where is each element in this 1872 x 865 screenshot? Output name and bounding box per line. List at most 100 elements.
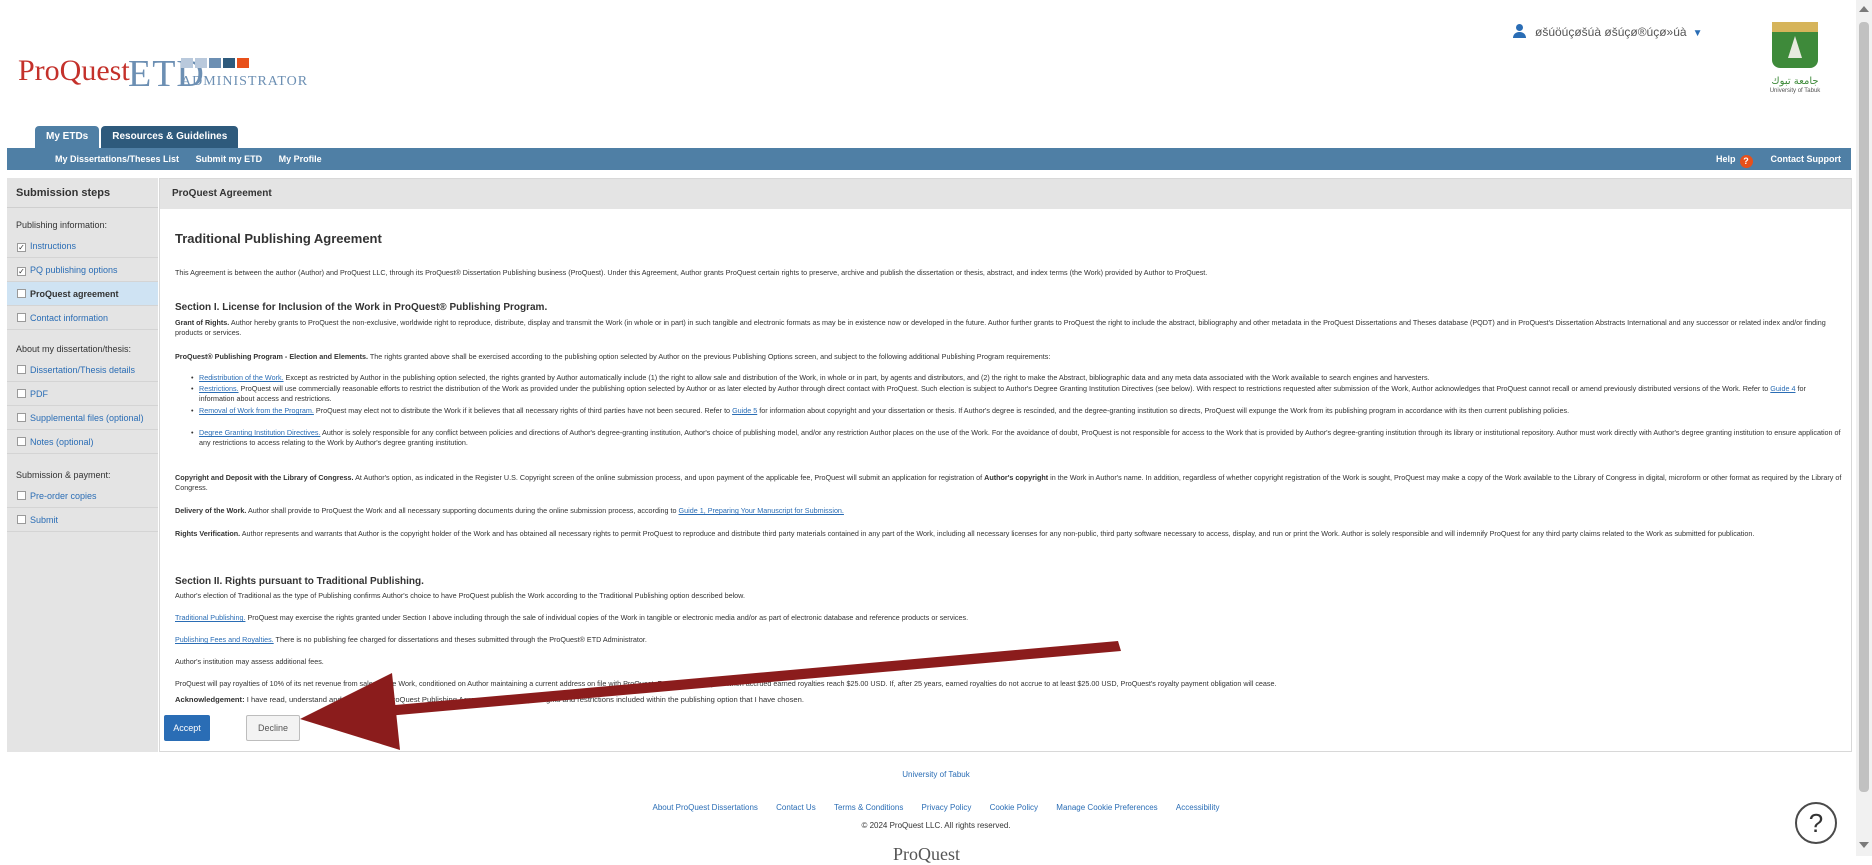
sidebar-item-dissertation-details[interactable]: Dissertation/Thesis details [7, 358, 158, 382]
checkbox-icon [17, 289, 26, 298]
main-tabs: My ETDs Resources & Guidelines [35, 126, 240, 148]
sidebar-title: Submission steps [7, 178, 158, 208]
publishing-fees-paragraph: Publishing Fees and Royalties. There is … [175, 635, 647, 644]
user-menu[interactable]: øšúöúçøšúà øšúçø®úçø»úà ▼ [1513, 24, 1702, 39]
program-requirements-list: Redistribution of the Work. Except as re… [191, 373, 1843, 450]
university-logo-arabic: جامعة تبوك [1771, 76, 1819, 87]
checkbox-icon [17, 491, 26, 500]
degree-granting-directives-link[interactable]: Degree Granting Institution Directives. [199, 428, 320, 437]
institution-fees-text: Author's institution may assess addition… [175, 657, 324, 666]
sidebar-item-pre-order-copies[interactable]: Pre-order copies [7, 484, 158, 508]
sidebar-item-contact-information[interactable]: Contact information [7, 306, 158, 330]
checked-checkbox-icon: ✓ [17, 243, 26, 252]
footer-university: University of Tabuk [0, 770, 1872, 779]
section-2-heading: Section II. Rights pursuant to Tradition… [175, 576, 424, 587]
university-logo: جامعة تبوك University of Tabuk [1762, 22, 1828, 134]
help-question-icon[interactable]: ? [1739, 155, 1753, 168]
traditional-publishing-paragraph: Traditional Publishing. ProQuest may exe… [175, 613, 969, 622]
publishing-fees-link[interactable]: Publishing Fees and Royalties. [175, 635, 274, 644]
grant-of-rights-paragraph: Grant of Rights. Author hereby grants to… [175, 318, 1826, 337]
caret-down-icon: ▼ [1692, 28, 1703, 39]
list-item: Degree Granting Institution Directives. … [191, 428, 1843, 450]
checkbox-icon [17, 365, 26, 374]
nav-my-dissertations-list[interactable]: My Dissertations/Theses List [55, 154, 179, 164]
contact-us-link[interactable]: Contact Us [776, 803, 816, 812]
agreement-intro: This Agreement is between the author (Au… [175, 268, 1208, 277]
help-circle-icon[interactable]: ? [1795, 802, 1837, 844]
panel-title: ProQuest Agreement [160, 179, 1851, 209]
nav-submit-my-etd[interactable]: Submit my ETD [196, 154, 263, 164]
logo-proquest-text: ProQuest [18, 54, 130, 87]
sidebar-item-notes[interactable]: Notes (optional) [7, 430, 158, 454]
help-link[interactable]: Help [1716, 154, 1736, 164]
agreement-title: Traditional Publishing Agreement [175, 231, 382, 246]
submission-steps-sidebar: Submission steps Publishing information:… [7, 178, 158, 752]
user-icon [1513, 24, 1526, 38]
rights-verification-paragraph: Rights Verification. Author represents a… [175, 529, 1755, 538]
checkbox-icon [17, 437, 26, 446]
list-item: Restrictions. ProQuest will use commerci… [191, 384, 1843, 406]
section-1-heading: Section I. License for Inclusion of the … [175, 302, 548, 313]
sidebar-item-submit[interactable]: Submit [7, 508, 158, 532]
manage-cookie-preferences-link[interactable]: Manage Cookie Preferences [1056, 803, 1157, 812]
sidebar-item-pq-publishing-options[interactable]: ✓ PQ publishing options [7, 258, 158, 282]
sidebar-item-instructions[interactable]: ✓ Instructions [7, 234, 158, 258]
list-item: Removal of Work from the Program. ProQue… [191, 406, 1843, 428]
contact-support-link[interactable]: Contact Support [1771, 154, 1842, 164]
logo-administrator-text: ADMINISTRATOR [181, 74, 309, 89]
checked-checkbox-icon: ✓ [17, 267, 26, 276]
cookie-policy-link[interactable]: Cookie Policy [990, 803, 1038, 812]
page-scrollbar[interactable] [1856, 0, 1872, 856]
removal-of-work-link[interactable]: Removal of Work from the Program. [199, 406, 314, 415]
checkbox-icon [17, 389, 26, 398]
footer-proquest-logo: ProQuest [893, 844, 960, 864]
tab-my-etds[interactable]: My ETDs [35, 126, 100, 148]
restrictions-link[interactable]: Restrictions. [199, 384, 239, 393]
sidebar-section-title: Submission & payment: [16, 470, 111, 480]
delivery-of-work-paragraph: Delivery of the Work. Author shall provi… [175, 506, 844, 515]
logo-square-icon [237, 58, 249, 68]
sidebar-section-title: About my dissertation/thesis: [16, 344, 132, 354]
logo-square-icon [195, 58, 207, 68]
publishing-program-paragraph: ProQuest® Publishing Program - Election … [175, 352, 1051, 361]
scroll-up-arrow-icon[interactable] [1859, 6, 1869, 12]
footer-copyright: © 2024 ProQuest LLC. All rights reserved… [861, 821, 1011, 830]
sidebar-item-supplemental-files[interactable]: Supplemental files (optional) [7, 406, 158, 430]
accessibility-link[interactable]: Accessibility [1176, 803, 1220, 812]
university-emblem-icon [1772, 22, 1818, 68]
user-name: øšúöúçøšúà øšúçø®úçø»úà [1535, 25, 1687, 39]
logo-square-icon [223, 58, 235, 68]
royalties-paragraph: ProQuest will pay royalties of 10% of it… [175, 679, 1277, 688]
agreement-panel: ProQuest Agreement Traditional Publishin… [159, 178, 1852, 752]
logo-square-icon [181, 58, 193, 68]
nav-my-profile[interactable]: My Profile [279, 154, 322, 164]
checkbox-icon [17, 515, 26, 524]
sidebar-section-title: Publishing information: [16, 220, 108, 230]
privacy-policy-link[interactable]: Privacy Policy [922, 803, 972, 812]
scroll-down-arrow-icon[interactable] [1859, 842, 1869, 848]
sub-navigation-bar: My Dissertations/Theses List Submit my E… [7, 148, 1851, 170]
guide-4-link[interactable]: Guide 4 [1770, 384, 1795, 393]
logo-square-icon [209, 58, 221, 68]
accept-button[interactable]: Accept [164, 715, 210, 741]
guide-1-link[interactable]: Guide 1, Preparing Your Manuscript for S… [679, 506, 844, 515]
tab-resources-guidelines[interactable]: Resources & Guidelines [101, 126, 239, 148]
guide-5-link[interactable]: Guide 5 [732, 406, 757, 415]
acknowledgement-paragraph: Acknowledgement: I have read, understand… [175, 695, 804, 704]
copyright-deposit-paragraph: Copyright and Deposit with the Library o… [175, 473, 1842, 492]
about-proquest-dissertations-link[interactable]: About ProQuest Dissertations [653, 803, 758, 812]
section-2-intro: Author's election of Traditional as the … [175, 591, 745, 600]
redistribution-link[interactable]: Redistribution of the Work. [199, 373, 284, 382]
checkbox-icon [17, 413, 26, 422]
terms-conditions-link[interactable]: Terms & Conditions [834, 803, 903, 812]
sidebar-item-pdf[interactable]: PDF [7, 382, 158, 406]
traditional-publishing-link[interactable]: Traditional Publishing. [175, 613, 245, 622]
scrollbar-thumb[interactable] [1859, 22, 1869, 792]
footer-links: About ProQuest Dissertations Contact Us … [0, 803, 1872, 812]
university-link[interactable]: University of Tabuk [902, 770, 969, 779]
checkbox-icon [17, 313, 26, 322]
sidebar-item-proquest-agreement[interactable]: ProQuest agreement [7, 282, 158, 306]
list-item: Redistribution of the Work. Except as re… [191, 373, 1843, 384]
decline-button[interactable]: Decline [246, 715, 300, 741]
university-logo-english: University of Tabuk [1769, 88, 1821, 94]
